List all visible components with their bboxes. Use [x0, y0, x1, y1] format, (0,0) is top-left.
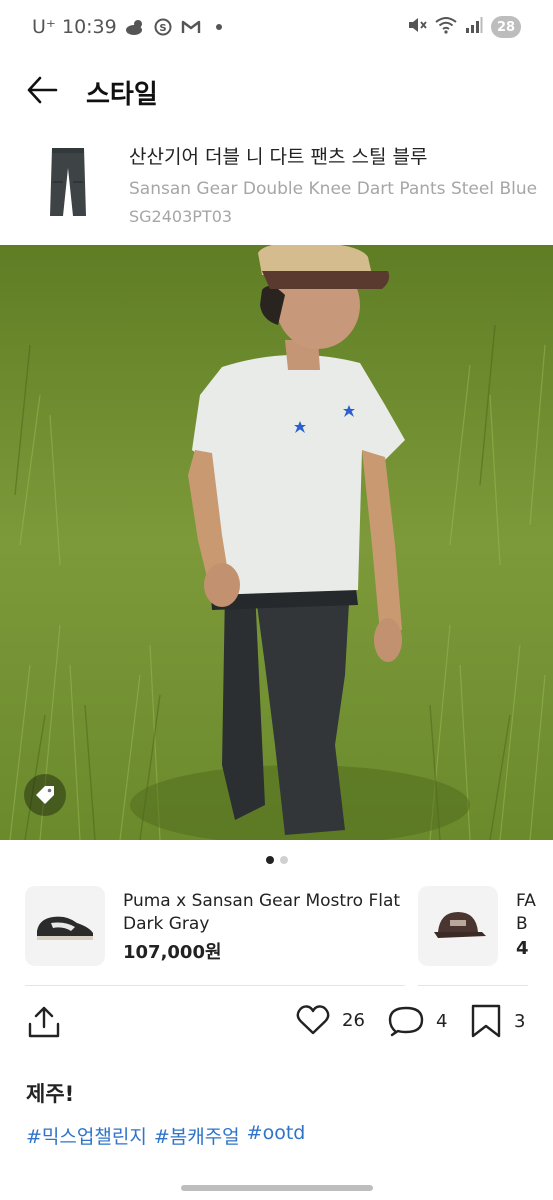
tag-icon	[36, 786, 54, 804]
product-name-kr: 산산기어 더블 니 다트 팬츠 스틸 블루	[129, 146, 428, 168]
share-icon	[28, 1006, 60, 1038]
share-button[interactable]	[26, 1004, 62, 1040]
comment-count: 4	[436, 1010, 448, 1032]
back-arrow-icon	[27, 76, 58, 104]
carousel-dot-1[interactable]	[265, 856, 274, 864]
carrier-time: U⁺ 10:39	[32, 16, 117, 38]
post-caption: 제주!	[26, 1082, 75, 1106]
tagged-product-card[interactable]: Puma x Sansan Gear Mostro Flat Dark Gray…	[25, 884, 410, 989]
mute-icon	[407, 16, 427, 38]
tagged-product-name: Puma x Sansan Gear Mostro Flat Dark Gray	[123, 891, 401, 934]
tagged-products: Puma x Sansan Gear Mostro Flat Dark Gray…	[0, 884, 553, 994]
cloud-sun-icon	[125, 17, 145, 37]
card-divider	[418, 985, 528, 986]
comment-icon	[388, 1006, 424, 1037]
status-right: 28	[407, 16, 521, 38]
wifi-icon	[435, 16, 457, 38]
page-title: 스타일	[86, 80, 158, 110]
product-tag-button[interactable]	[24, 774, 66, 816]
hashtag-link[interactable]: #믹스업챌린지	[26, 1122, 147, 1149]
status-left: U⁺ 10:39 S	[32, 16, 229, 38]
tagged-product-price: 107,000원	[123, 942, 222, 963]
comment-button[interactable]: 4	[388, 1004, 447, 1038]
product-info: 산산기어 더블 니 다트 팬츠 스틸 블루 Sansan Gear Double…	[129, 142, 539, 226]
action-bar: 26 4 3	[0, 1004, 553, 1052]
style-photo[interactable]	[0, 245, 553, 840]
tagged-product-thumbnail	[25, 886, 105, 966]
shield-icon: S	[153, 17, 173, 37]
bookmark-count: 3	[514, 1010, 526, 1032]
hashtags: #믹스업챌린지 #봄캐주얼 #ootd	[26, 1122, 305, 1149]
like-count: 26	[342, 1009, 365, 1031]
tagged-product-name: FA B	[516, 891, 536, 934]
card-divider	[25, 985, 405, 986]
tagged-product-card[interactable]: FA B 4	[418, 884, 553, 989]
hashtag-link[interactable]: #ootd	[247, 1122, 306, 1149]
carousel-dot-2[interactable]	[279, 856, 288, 864]
bookmark-button[interactable]: 3	[470, 1004, 525, 1038]
carousel-indicator	[0, 856, 553, 864]
dot-icon	[209, 17, 229, 37]
svg-text:S: S	[159, 23, 166, 34]
bookmark-icon	[471, 1004, 501, 1038]
product-name-en: Sansan Gear Double Knee Dart Pants Steel…	[129, 179, 538, 199]
heart-icon	[296, 1005, 330, 1035]
like-button[interactable]: 26	[296, 1004, 365, 1036]
back-button[interactable]	[22, 72, 62, 108]
battery-indicator: 28	[491, 16, 521, 38]
signal-icon	[465, 16, 483, 38]
home-indicator[interactable]	[181, 1185, 373, 1191]
status-bar: U⁺ 10:39 S 28	[0, 0, 553, 56]
tagged-product-price: 4	[516, 938, 529, 959]
gmail-icon	[181, 17, 201, 37]
product-header[interactable]: 산산기어 더블 니 다트 팬츠 스틸 블루 Sansan Gear Double…	[0, 134, 553, 230]
product-thumbnail[interactable]	[28, 142, 108, 222]
product-code: SG2403PT03	[129, 207, 233, 226]
style-photo-image	[0, 245, 553, 840]
app-header: 스타일	[0, 60, 553, 122]
tagged-product-thumbnail	[418, 886, 498, 966]
hashtag-link[interactable]: #봄캐주얼	[154, 1122, 240, 1149]
